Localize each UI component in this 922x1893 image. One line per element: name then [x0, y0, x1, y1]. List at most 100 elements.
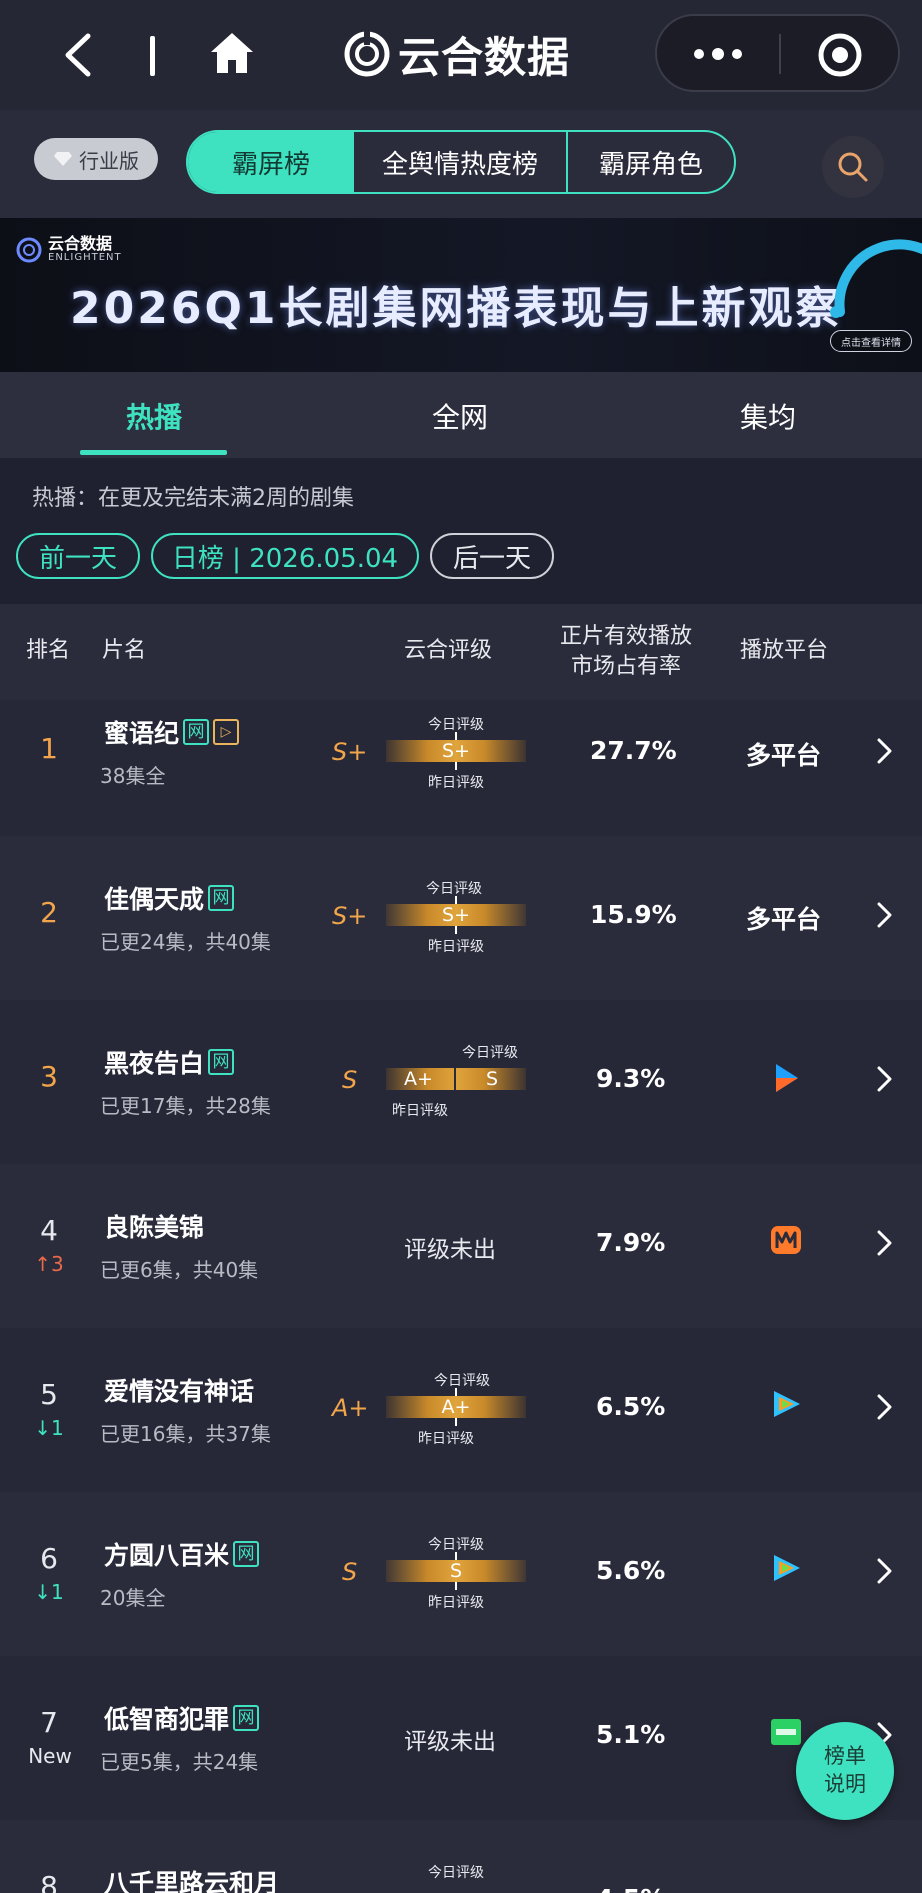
table-row[interactable]: 2 佳偶天成 网 已更24集，共40集 S+ 今日评级 S+ 昨日评级 15.9… — [0, 836, 922, 1000]
market-share: 9.3% — [596, 1064, 666, 1093]
platform-text: 多平台 — [746, 741, 822, 770]
drama-title-text: 良陈美锦 — [104, 1213, 205, 1242]
episode-status: 已更5集，共24集 — [100, 1750, 259, 1774]
drama-title: 八千里路云和月 — [104, 1864, 279, 1893]
banner-logo-name: 云合数据 — [48, 234, 113, 253]
tab-episode-avg[interactable]: 集均 — [740, 396, 796, 436]
bar-tick — [455, 1552, 457, 1560]
grade-bar-split — [454, 1068, 456, 1090]
grade-bar-label: S+ — [442, 904, 470, 926]
chevron-right-icon[interactable] — [874, 1228, 894, 1258]
ranking-explanation-button[interactable]: 榜单 说明 — [796, 1722, 894, 1820]
caption-yesterday: 昨日评级 — [418, 1431, 474, 1447]
target-circle-icon[interactable] — [817, 32, 863, 78]
header-name: 片名 — [102, 638, 147, 663]
float-label-line2: 说明 — [824, 1772, 866, 1796]
grade-label: S — [342, 1558, 358, 1586]
grade-label: A+ — [332, 1394, 369, 1422]
chevron-right-icon[interactable] — [874, 1556, 894, 1586]
ranking-list: 1 蜜语纪 网 ▷ 38集全 S+ 今日评级 S+ 昨日评级 27.7% 多平台… — [0, 700, 922, 1893]
more-dots-icon[interactable] — [691, 40, 745, 68]
chevron-left-icon[interactable] — [60, 30, 96, 80]
edition-badge[interactable]: 行业版 — [34, 138, 158, 180]
chevron-right-icon[interactable] — [874, 900, 894, 930]
app-brand: 云合数据 — [344, 24, 570, 84]
app-title: 云合数据 — [398, 32, 571, 82]
top-nav-bar: 云合数据 — [0, 0, 922, 110]
bar-tick — [455, 1582, 457, 1590]
search-button[interactable] — [822, 136, 884, 198]
float-label-line1: 榜单 — [824, 1744, 866, 1768]
drama-title: 黑夜告白 网 — [104, 1044, 235, 1080]
grade-bar-change: A+ S — [386, 1068, 526, 1090]
promo-banner[interactable]: 云合数据 ENLIGHTENT 2026Q1长剧集网播表现与上新观察 点击查看详… — [0, 218, 922, 372]
tab-hot[interactable]: 热播 — [126, 396, 182, 436]
drama-title-text: 八千里路云和月 — [104, 1869, 280, 1893]
bar-tick — [455, 926, 457, 934]
caption-yesterday: 昨日评级 — [428, 775, 484, 791]
drama-title-text: 爱情没有神话 — [104, 1377, 255, 1406]
play-tag-icon: ▷ — [213, 719, 240, 745]
caption-yesterday: 昨日评级 — [428, 1595, 484, 1611]
prev-day-button[interactable]: 前一天 — [16, 533, 140, 579]
date-picker-button[interactable]: 日榜 | 2026.05.04 — [151, 533, 419, 579]
header-grade: 云合评级 — [404, 638, 493, 663]
banner-detail-button[interactable]: 点击查看详情 — [830, 330, 912, 352]
rank-number: 7 — [40, 1706, 58, 1739]
network-tag: 网 — [208, 885, 235, 911]
edition-label: 行业版 — [79, 148, 139, 173]
segment-role-rank[interactable]: 霸屏角色 — [568, 132, 734, 192]
table-row[interactable]: 4 ↑3 良陈美锦 已更6集，共40集 评级未出 7.9% — [0, 1164, 922, 1328]
chevron-right-icon[interactable] — [874, 1392, 894, 1422]
next-day-button[interactable]: 后一天 — [430, 533, 554, 579]
rank-down-indicator: ↓1 — [34, 1580, 64, 1604]
episode-status: 已更24集，共40集 — [100, 930, 271, 954]
market-share: 4.5% — [596, 1884, 665, 1893]
mango-tv-icon — [771, 1226, 801, 1254]
market-share: 15.9% — [590, 900, 677, 929]
platform-text: 多平台 — [746, 905, 822, 934]
diamond-icon — [54, 152, 72, 166]
search-icon — [838, 152, 868, 182]
caption-today: 今日评级 — [428, 1865, 484, 1881]
drama-title-text: 方圆八百米 — [104, 1541, 230, 1570]
bar-tick — [455, 1388, 457, 1396]
drama-title-text: 黑夜告白 — [104, 1049, 205, 1078]
market-share: 27.7% — [590, 736, 677, 765]
banner-title: 2026Q1长剧集网播表现与上新观察 — [70, 283, 843, 334]
rank-number: 3 — [40, 1060, 58, 1093]
miniprogram-capsule — [655, 14, 900, 92]
table-row[interactable]: 6 ↓1 方圆八百米 网 20集全 S 今日评级 S 昨日评级 5.6% — [0, 1492, 922, 1656]
rank-number: 4 — [40, 1214, 58, 1247]
home-icon[interactable] — [208, 30, 256, 76]
header-share-line2: 市场占有率 — [570, 654, 681, 679]
drama-title-text: 蜜语纪 — [104, 719, 180, 748]
bar-tick — [455, 762, 457, 770]
table-row[interactable]: 8 八千里路云和月 今日评级 4.5% — [0, 1820, 922, 1893]
grade-pending-text: 评级未出 — [404, 1729, 496, 1755]
bar-tick — [455, 1418, 457, 1426]
drama-title: 佳偶天成 网 — [104, 880, 235, 916]
tab-all-network[interactable]: 全网 — [432, 396, 488, 436]
bar-tick — [455, 732, 457, 740]
grade-bar-label: S — [449, 1560, 463, 1582]
chevron-right-icon[interactable] — [874, 1064, 894, 1094]
drama-title: 爱情没有神话 — [104, 1372, 254, 1408]
capsule-divider — [779, 34, 781, 74]
market-share: 5.1% — [596, 1720, 666, 1749]
table-row[interactable]: 7 New 低智商犯罪 网 已更5集，共24集 评级未出 5.1% — [0, 1656, 922, 1820]
table-header: 排名 片名 云合评级 正片有效播放 市场占有率 播放平台 — [0, 604, 922, 700]
segment-opinion-rank[interactable]: 全舆情热度榜 — [354, 132, 568, 192]
drama-title-text: 佳偶天成 — [104, 885, 205, 914]
market-share: 7.9% — [596, 1228, 666, 1257]
drama-title-text: 低智商犯罪 — [104, 1705, 230, 1734]
banner-logo: 云合数据 ENLIGHTENT — [16, 236, 122, 263]
table-row[interactable]: 5 ↓1 爱情没有神话 已更16集，共37集 A+ 今日评级 A+ 昨日评级 6… — [0, 1328, 922, 1492]
episode-status: 已更6集，共40集 — [100, 1258, 259, 1282]
chevron-right-icon[interactable] — [874, 736, 894, 766]
ranking-description: 热播：在更及完结未满2周的剧集 — [32, 486, 354, 511]
grade-bar: S — [386, 1552, 526, 1590]
table-row[interactable]: 1 蜜语纪 网 ▷ 38集全 S+ 今日评级 S+ 昨日评级 27.7% 多平台 — [0, 700, 922, 836]
segment-screen-rank[interactable]: 霸屏榜 — [188, 132, 354, 192]
table-row[interactable]: 3 黑夜告白 网 已更17集，共28集 S 今日评级 A+ S 昨日评级 9.3… — [0, 1000, 922, 1164]
